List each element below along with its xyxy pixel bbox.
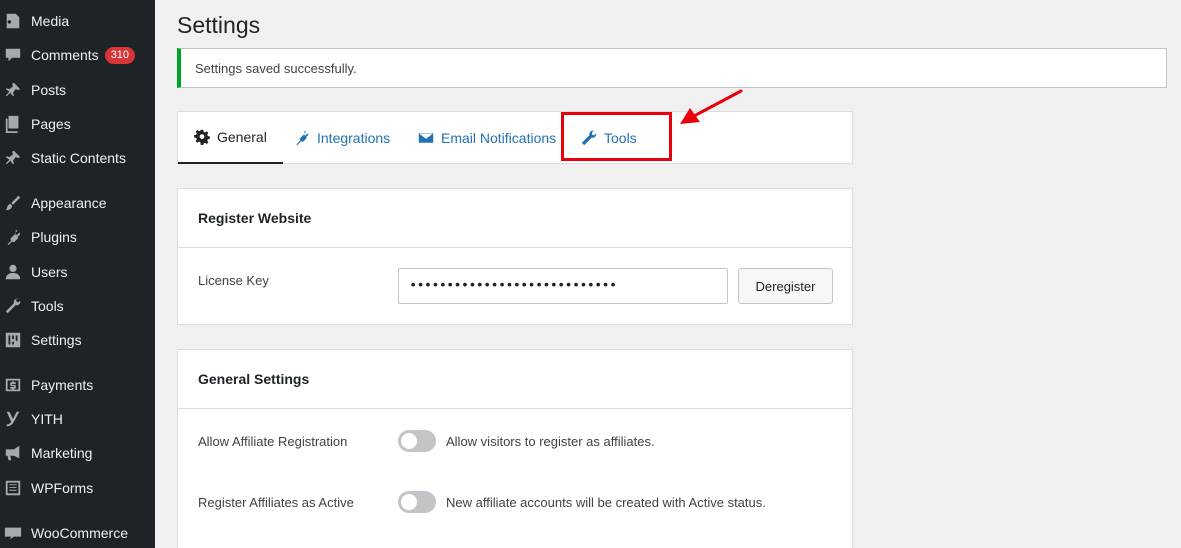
allow-affiliate-registration-toggle[interactable] [398, 430, 436, 452]
sidebar-item-label: Payments [31, 377, 94, 393]
register-affiliates-active-toggle[interactable] [398, 491, 436, 513]
sidebar-item-posts[interactable]: Posts [0, 73, 155, 107]
sidebar-item-tools[interactable]: Tools [0, 289, 155, 323]
sidebar-item-label: Comments [31, 47, 99, 63]
sidebar-item-label: Media [31, 13, 70, 29]
dollar-icon [4, 376, 22, 394]
general-settings-card: General Settings Allow Affiliate Registr… [177, 349, 853, 548]
license-key-label: License Key [198, 273, 269, 288]
sidebar-item-label: Plugins [31, 229, 77, 245]
sidebar-item-label: Appearance [31, 195, 107, 211]
page-title: Settings [177, 12, 261, 38]
settings-tabs: General Integrations Email Notifications… [177, 111, 853, 164]
envelope-icon [418, 133, 434, 143]
comments-icon [4, 46, 22, 64]
tab-integrations[interactable]: Integrations [294, 112, 390, 164]
plug-icon [296, 130, 309, 146]
sidebar-item-yith[interactable]: YITH [0, 402, 155, 436]
pages-icon [4, 115, 22, 133]
allow-affiliate-registration-description: Allow visitors to register as affiliates… [446, 434, 655, 449]
sidebar-item-pages[interactable]: Pages [0, 107, 155, 141]
sidebar-item-marketing[interactable]: Marketing [0, 436, 155, 470]
brush-icon [4, 194, 22, 212]
sidebar-item-label: Pages [31, 116, 71, 132]
sidebar-item-appearance[interactable]: Appearance [0, 186, 155, 220]
sidebar-item-media[interactable]: Media [0, 4, 155, 38]
pin-icon [4, 81, 22, 99]
tab-label: Tools [604, 130, 637, 146]
sidebar-item-wpforms[interactable]: WPForms [0, 471, 155, 505]
comments-count-badge: 310 [104, 46, 136, 64]
sidebar-item-comments[interactable]: Comments 310 [0, 38, 155, 72]
tab-general[interactable]: General [178, 112, 283, 164]
pin-icon [4, 149, 22, 167]
annotation-arrow-icon [680, 89, 743, 124]
tab-label: Integrations [317, 130, 391, 146]
notice-text: Settings saved successfully. [195, 60, 357, 76]
gear-icon [194, 129, 210, 145]
tab-label: Email Notifications [441, 130, 557, 146]
tab-tools[interactable]: Tools [581, 112, 637, 164]
sidebar-item-label: Settings [31, 332, 82, 348]
sidebar-item-users[interactable]: Users [0, 255, 155, 289]
card-title: General Settings [178, 350, 852, 409]
register-website-card: Register Website License Key Deregister [177, 188, 853, 325]
card-title: Register Website [178, 189, 852, 248]
user-icon [4, 263, 22, 281]
media-icon [4, 12, 22, 30]
tab-label: General [217, 129, 267, 145]
sidebar-item-label: Posts [31, 82, 67, 98]
admin-sidebar: Media Comments 310 Posts Pages Static Co… [0, 0, 155, 548]
register-affiliates-active-description: New affiliate accounts will be created w… [446, 495, 766, 510]
tab-email-notifications[interactable]: Email Notifications [418, 112, 556, 164]
license-key-input[interactable] [398, 268, 728, 304]
success-notice: Settings saved successfully. [177, 48, 1167, 88]
wrench-icon [581, 130, 597, 146]
allow-affiliate-registration-label: Allow Affiliate Registration [198, 434, 348, 449]
woo-icon [4, 524, 22, 542]
wrench-icon [4, 297, 22, 315]
sidebar-item-label: WooCommerce [31, 525, 128, 541]
forms-icon [4, 479, 22, 497]
sidebar-item-settings[interactable]: Settings [0, 323, 155, 357]
sidebar-item-label: Static Contents [31, 150, 126, 166]
megaphone-icon [4, 444, 22, 462]
sidebar-item-label: WPForms [31, 480, 94, 496]
sliders-icon [4, 331, 22, 349]
sidebar-item-woocommerce[interactable]: WooCommerce [0, 516, 155, 548]
plugin-icon [4, 228, 22, 246]
sidebar-item-label: Marketing [31, 445, 93, 461]
sidebar-item-label: Tools [31, 298, 64, 314]
sidebar-item-label: Users [31, 264, 68, 280]
deregister-button[interactable]: Deregister [738, 268, 833, 304]
register-affiliates-active-label: Register Affiliates as Active [198, 495, 354, 510]
yith-icon [4, 410, 22, 428]
sidebar-item-plugins[interactable]: Plugins [0, 220, 155, 254]
sidebar-item-payments[interactable]: Payments [0, 368, 155, 402]
sidebar-item-static-contents[interactable]: Static Contents [0, 141, 155, 175]
sidebar-item-label: YITH [31, 411, 63, 427]
